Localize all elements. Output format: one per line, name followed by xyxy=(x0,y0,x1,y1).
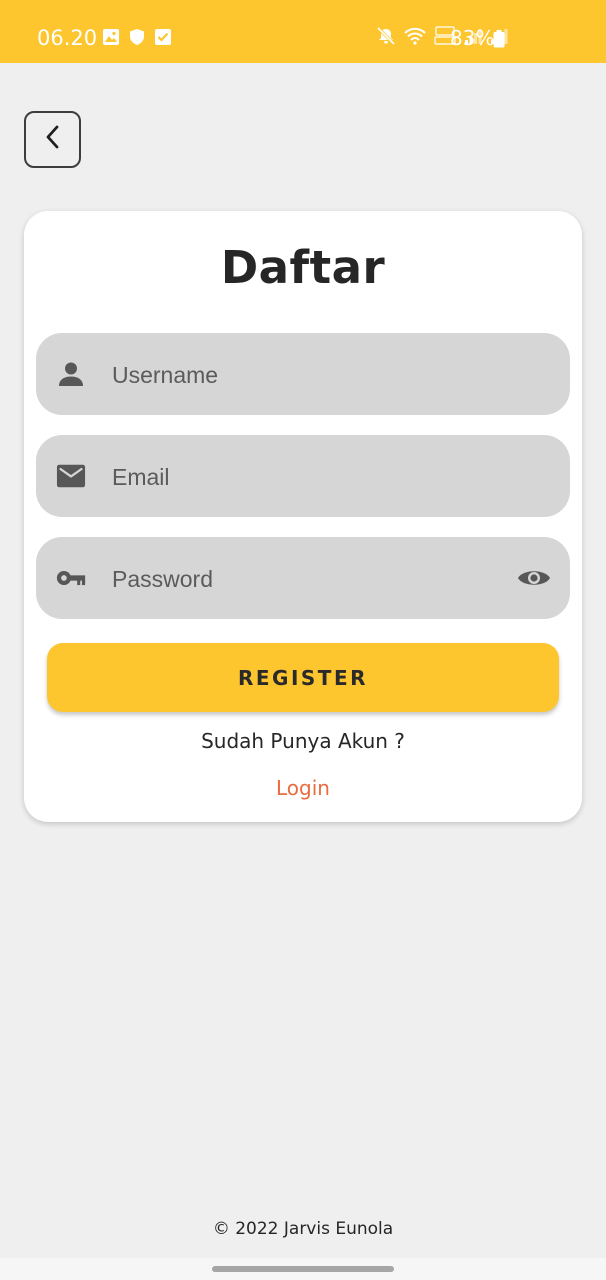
username-placeholder: Username xyxy=(112,362,219,388)
battery-percentage: 83% xyxy=(450,26,495,50)
gallery-icon xyxy=(102,28,120,48)
shield-icon xyxy=(129,28,145,48)
home-indicator[interactable] xyxy=(212,1266,394,1272)
chevron-left-icon xyxy=(42,124,64,155)
register-button[interactable]: REGISTER xyxy=(47,643,559,712)
footer-copyright: © 2022 Jarvis Eunola xyxy=(212,1219,394,1239)
username-field[interactable]: Username xyxy=(36,333,570,415)
status-left-icons xyxy=(102,28,172,48)
email-placeholder: Email xyxy=(112,464,170,490)
person-icon xyxy=(56,360,86,388)
account-question-text: Sudah Punya Akun ? xyxy=(201,729,405,753)
mail-icon xyxy=(56,462,86,490)
mute-icon xyxy=(376,26,396,51)
page-title: Daftar xyxy=(220,241,386,294)
key-icon xyxy=(56,564,86,592)
battery-icon xyxy=(493,30,505,53)
email-field[interactable]: Email xyxy=(36,435,570,517)
status-time: 06.20 xyxy=(37,26,98,50)
back-button[interactable] xyxy=(24,111,81,168)
eye-icon[interactable] xyxy=(516,564,552,592)
wifi-icon xyxy=(404,27,426,50)
checkbox-icon xyxy=(154,28,172,48)
password-placeholder: Password xyxy=(112,566,213,592)
password-field[interactable]: Password xyxy=(36,537,570,619)
status-bar: 06.20 83% xyxy=(0,0,606,63)
login-link[interactable]: Login xyxy=(260,775,346,801)
